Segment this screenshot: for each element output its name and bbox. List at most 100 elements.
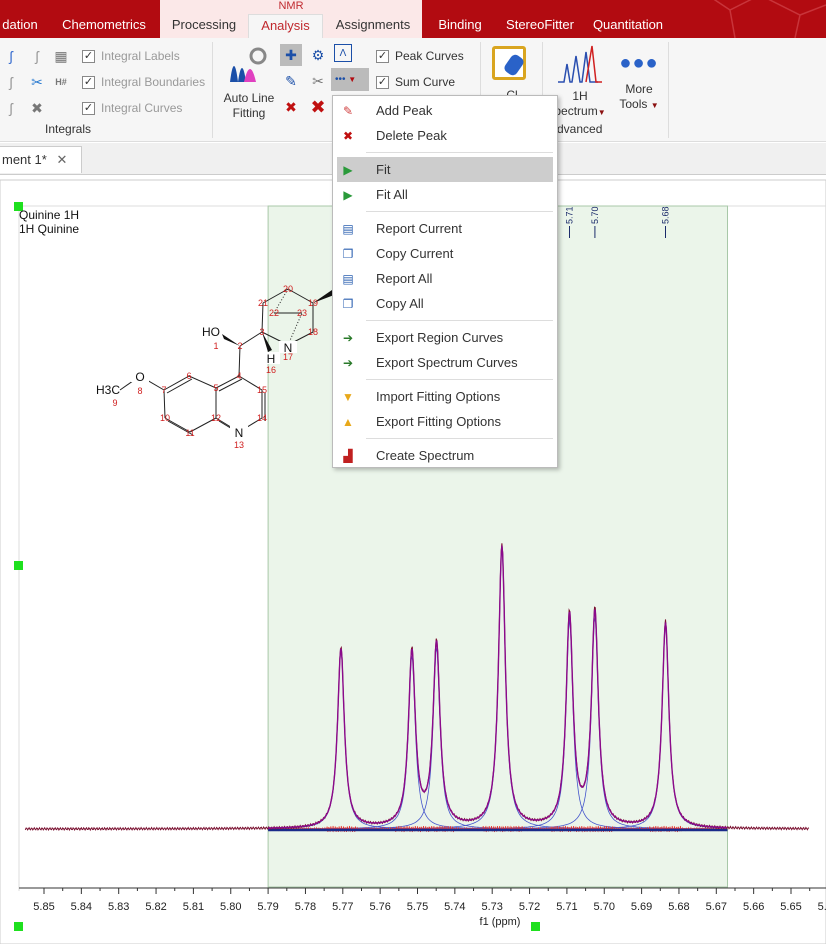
- stacked-spectra-icon: [558, 45, 602, 83]
- sum-curve-checkbox[interactable]: ✓ Sum Curve: [376, 73, 464, 91]
- menu-item-fit[interactable]: ▶ Fit: [337, 157, 553, 182]
- menu-item-delete-peak[interactable]: ✖ Delete Peak: [333, 123, 557, 148]
- menu-item-report-current[interactable]: ▤ Report Current: [333, 216, 557, 241]
- tools-icon[interactable]: ✂: [307, 70, 329, 92]
- peak-label: 5.71: [565, 206, 575, 224]
- tab-analysis[interactable]: Analysis: [248, 14, 323, 38]
- atom-label: HO: [202, 325, 220, 339]
- selection-handle: [14, 561, 23, 570]
- menu-item-copy-all[interactable]: ❐ Copy All: [333, 291, 557, 316]
- more-fitting-dropdown[interactable]: ••• ▼: [331, 68, 369, 91]
- edit-peak-icon[interactable]: ✎: [280, 70, 302, 92]
- add-peak-fit-icon[interactable]: ✚: [280, 44, 302, 66]
- csv-export-icon: ➔: [342, 355, 354, 370]
- integral-edit-icon[interactable]: ʃ: [0, 71, 22, 93]
- menu-item-export-spectrum-curves[interactable]: ➔ Export Spectrum Curves: [333, 350, 557, 375]
- advanced-group-label: dvanced: [557, 122, 603, 136]
- x-tick-label: 5.78: [295, 901, 316, 913]
- atom-label: 8: [137, 386, 142, 396]
- menu-item-export-fitting-options[interactable]: ▲ Export Fitting Options: [333, 409, 557, 434]
- integral-icon[interactable]: ʃ: [0, 45, 22, 67]
- close-icon[interactable]: ✕: [56, 152, 67, 167]
- atom-label: 23: [297, 308, 307, 318]
- integral-table-icon[interactable]: ▦: [50, 45, 72, 67]
- integrals-group-label: Integrals: [45, 122, 92, 136]
- create-spectrum-icon: ▟: [343, 448, 353, 463]
- menu-separator: [366, 379, 553, 380]
- menu-separator: [366, 152, 553, 153]
- x-tick-label: 5.80: [220, 901, 241, 913]
- atom-label: 16: [266, 365, 276, 375]
- delete-peak-icon: ✖: [342, 128, 354, 143]
- atom-label: 3: [259, 327, 264, 337]
- document-tab[interactable]: ment 1* ✕: [0, 146, 82, 173]
- fit-view-icon[interactable]: Λ: [334, 44, 352, 62]
- 1h-spectrum-button[interactable]: 1H pectrum▼: [552, 42, 608, 120]
- integral-boundaries-checkbox[interactable]: ✓ Integral Boundaries: [82, 73, 205, 91]
- x-tick-label: 5.85: [33, 901, 54, 913]
- delete-all-peaks-icon[interactable]: ✖: [307, 96, 329, 118]
- x-tick-label: 5.81: [183, 901, 204, 913]
- integral-delete-icon[interactable]: ʃ: [0, 97, 22, 119]
- integral-manual-icon[interactable]: ʃ: [26, 45, 48, 67]
- nmr-context-label: NMR: [278, 0, 304, 12]
- x-tick-label: 5.69: [631, 901, 652, 913]
- integral-curves-checkbox[interactable]: ✓ Integral Curves: [82, 99, 205, 117]
- atom-label: H: [267, 352, 276, 366]
- auto-line-fitting-icon: [230, 47, 267, 82]
- menu-item-import-fitting-options[interactable]: ▼ Import Fitting Options: [333, 384, 557, 409]
- menu-item-fit-all[interactable]: ▶ Fit All: [333, 182, 557, 207]
- copy-icon: ❐: [342, 246, 354, 261]
- menu-item-export-region-curves[interactable]: ➔ Export Region Curves: [333, 325, 557, 350]
- auto-line-fitting-button[interactable]: Auto Line Fitting: [218, 42, 280, 121]
- x-tick-label: 5.73: [481, 901, 502, 913]
- atom-label: O: [135, 370, 144, 384]
- tab-chemometrics[interactable]: Chemometrics: [58, 14, 150, 38]
- atom-label: 1: [213, 341, 218, 351]
- atom-label: 22: [269, 308, 279, 318]
- tab-quantitation[interactable]: Quantitation: [588, 14, 668, 38]
- tab-validation[interactable]: dation: [0, 14, 40, 38]
- menu-separator: [366, 211, 553, 212]
- integral-labels-checkbox[interactable]: ✓ Integral Labels: [82, 47, 205, 65]
- x-tick-label: 5.70: [594, 901, 615, 913]
- tools-icon[interactable]: ✂: [26, 71, 48, 93]
- dropdown-arrow-icon: ▼: [348, 75, 357, 84]
- selection-handle: [14, 922, 23, 931]
- tab-stereofitter[interactable]: StereoFitter: [500, 14, 580, 38]
- x-tick-label: 5.75: [407, 901, 428, 913]
- atom-label: 9: [112, 398, 117, 408]
- clipboard-eraser-icon: [492, 46, 526, 80]
- divider: [668, 42, 669, 138]
- dropdown-arrow-icon: ▼: [650, 101, 659, 110]
- tab-assignments[interactable]: Assignments: [330, 14, 416, 38]
- tab-processing[interactable]: Processing: [166, 14, 242, 38]
- fit-all-icon: ▶: [343, 187, 353, 202]
- menu-item-create-spectrum[interactable]: ▟ Create Spectrum: [333, 443, 557, 468]
- h-count-icon[interactable]: H#: [50, 71, 72, 93]
- atom-label: 21: [258, 298, 268, 308]
- atom-label: H3C: [96, 383, 120, 397]
- more-dots-icon: ●●●: [619, 52, 659, 74]
- atom-label: 7: [161, 385, 166, 395]
- atom-label: 12: [211, 413, 221, 423]
- atom-label: 15: [257, 385, 267, 395]
- x-tick-label: 5.68: [668, 901, 689, 913]
- delete-all-icon[interactable]: ✖: [26, 97, 48, 119]
- atom-label: 14: [257, 413, 267, 423]
- fitting-options-menu: ✎ Add Peak ✖ Delete Peak ▶ Fit ▶ Fit All ▤ Report…: [332, 95, 558, 468]
- peak-curves-checkbox[interactable]: ✓ Peak Curves: [376, 47, 464, 65]
- menu-separator: [366, 438, 553, 439]
- menu-item-add-peak[interactable]: ✎ Add Peak: [333, 98, 557, 123]
- report-icon: ▤: [342, 221, 354, 236]
- x-tick-label: 5.77: [332, 901, 353, 913]
- more-tools-button[interactable]: ●●● More Tools ▼: [614, 52, 664, 113]
- x-tick-label: 5.83: [108, 901, 129, 913]
- peak-label: 5.68: [661, 206, 671, 224]
- delete-peak-icon[interactable]: ✖: [280, 96, 302, 118]
- fit-settings-icon[interactable]: ⚙: [307, 44, 329, 66]
- menu-item-report-all[interactable]: ▤ Report All: [333, 266, 557, 291]
- tab-binding[interactable]: Binding: [430, 14, 490, 38]
- atom-label: 19: [308, 298, 318, 308]
- menu-item-copy-current[interactable]: ❐ Copy Current: [333, 241, 557, 266]
